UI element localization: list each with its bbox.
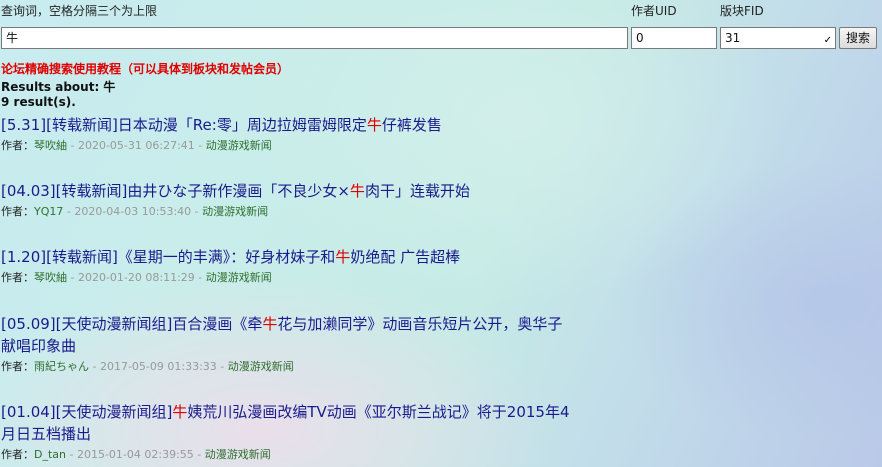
forum-link[interactable]: 动漫游戏新闻 <box>206 139 272 152</box>
post-date: 2020-01-20 08:11:29 <box>77 271 195 284</box>
keyword-highlight: 牛 <box>172 403 188 421</box>
result-item: [5.31][转载新闻]日本动漫「Re:零」周边拉姆雷姆限定牛仔裤发售作者：琴吹… <box>1 114 621 154</box>
result-title-line: 献唱印象曲 <box>1 335 621 357</box>
keyword-highlight: 牛 <box>335 248 351 266</box>
author-label: 作者： <box>1 205 34 218</box>
result-meta: 作者：YQ17 - 2020-04-03 10:53:40 - 动漫游戏新闻 <box>1 204 621 220</box>
keyword-input-value: 牛 <box>6 31 19 45</box>
author-label: 作者： <box>1 139 34 152</box>
post-date: 2020-05-31 06:27:41 <box>77 139 195 152</box>
uid-label: 作者UID <box>631 4 677 18</box>
search-page: 查询词，空格分隔三个为上限 作者UID 版块FID 牛 0 31 ✓ 搜索 论坛… <box>0 0 882 467</box>
forum-link[interactable]: 动漫游戏新闻 <box>206 271 272 284</box>
result-title-text: 献唱印象曲 <box>1 337 77 355</box>
result-title-text: [1.20][转载新闻]《星期一的丰满》：好身材妹子和 <box>1 248 336 266</box>
result-meta: 作者：琴吹紬 - 2020-05-31 06:27:41 - 动漫游戏新闻 <box>1 138 621 154</box>
keyword-highlight: 牛 <box>349 182 365 200</box>
meta-separator: - <box>193 448 205 461</box>
result-title-line: [01.04][天使动漫新闻组]牛姨荒川弘漫画改编TV动画《亚尔斯兰战记》将于2… <box>1 401 621 423</box>
fid-label: 版块FID <box>720 4 764 18</box>
dropdown-arrow-icon[interactable]: ✓ <box>824 33 832 49</box>
meta-separator: - <box>89 360 100 373</box>
result-item: [04.03][转载新闻]由井ひな子新作漫画「不良少女×牛肉干」连载开始作者：Y… <box>1 180 621 220</box>
keyword-label: 查询词，空格分隔三个为上限 <box>1 4 158 18</box>
result-title-text: [05.09][天使动漫新闻组]百合漫画《牵 <box>1 315 263 333</box>
post-date: 2015-01-04 02:39:55 <box>76 448 194 461</box>
keyword-input[interactable]: 牛 <box>1 27 628 49</box>
forum-link[interactable]: 动漫游戏新闻 <box>205 448 271 461</box>
post-date: 2020-04-03 10:53:40 <box>74 205 192 218</box>
result-title-text: 仔裤发售 <box>381 116 442 134</box>
result-meta: 作者：琴吹紬 - 2020-01-20 08:11:29 - 动漫游戏新闻 <box>1 270 621 286</box>
result-title-text: 奶绝配 广告超棒 <box>350 248 461 266</box>
result-title-text: [04.03][转载新闻]由井ひな子新作漫画「不良少女× <box>1 182 350 200</box>
keyword-highlight: 牛 <box>262 315 278 333</box>
author-label: 作者： <box>1 360 34 373</box>
uid-input[interactable]: 0 <box>631 27 717 49</box>
result-title-text: 花与加濑同学》动画音乐短片公开，奥华子 <box>277 315 563 333</box>
meta-separator: - <box>216 360 228 373</box>
result-meta: 作者：雨紀ちゃん - 2017-05-09 01:33:33 - 动漫游戏新闻 <box>1 359 621 375</box>
author-link[interactable]: D_tan <box>34 448 66 461</box>
fid-select[interactable]: 31 ✓ <box>720 27 836 49</box>
result-title-line: [1.20][转载新闻]《星期一的丰满》：好身材妹子和牛奶绝配 广告超棒 <box>1 246 621 268</box>
meta-separator: - <box>67 139 78 152</box>
uid-input-value: 0 <box>636 31 644 45</box>
result-title-link[interactable]: [01.04][天使动漫新闻组]牛姨荒川弘漫画改编TV动画《亚尔斯兰战记》将于2… <box>1 401 621 445</box>
results-count: 9 result(s). <box>1 95 76 109</box>
author-label: 作者： <box>1 271 34 284</box>
result-title-text: [01.04][天使动漫新闻组] <box>1 403 173 421</box>
result-title-line: [5.31][转载新闻]日本动漫「Re:零」周边拉姆雷姆限定牛仔裤发售 <box>1 114 621 136</box>
result-title-link[interactable]: [05.09][天使动漫新闻组]百合漫画《牵牛花与加濑同学》动画音乐短片公开，奥… <box>1 313 621 357</box>
result-item: [05.09][天使动漫新闻组]百合漫画《牵牛花与加濑同学》动画音乐短片公开，奥… <box>1 313 621 375</box>
result-title-text: 姨荒川弘漫画改编TV动画《亚尔斯兰战记》将于2015年4 <box>187 403 570 421</box>
keyword-highlight: 牛 <box>366 116 382 134</box>
meta-separator: - <box>194 139 206 152</box>
result-title-text: [5.31][转载新闻]日本动漫「Re:零」周边拉姆雷姆限定 <box>1 116 367 134</box>
author-link[interactable]: 琴吹紬 <box>34 139 67 152</box>
search-button[interactable]: 搜索 <box>839 27 878 49</box>
result-title-line: 月日五档播出 <box>1 423 621 445</box>
result-item: [1.20][转载新闻]《星期一的丰满》：好身材妹子和牛奶绝配 广告超棒作者：琴… <box>1 246 621 286</box>
result-item: [01.04][天使动漫新闻组]牛姨荒川弘漫画改编TV动画《亚尔斯兰战记》将于2… <box>1 401 621 463</box>
tutorial-link[interactable]: 论坛精确搜索使用教程（可以具体到板块和发帖会员） <box>1 60 289 77</box>
author-link[interactable]: YQ17 <box>34 205 63 218</box>
result-title-text: 月日五档播出 <box>1 425 92 443</box>
forum-link[interactable]: 动漫游戏新闻 <box>228 360 294 373</box>
result-meta: 作者：D_tan - 2015-01-04 02:39:55 - 动漫游戏新闻 <box>1 447 621 463</box>
result-title-line: [05.09][天使动漫新闻组]百合漫画《牵牛花与加濑同学》动画音乐短片公开，奥… <box>1 313 621 335</box>
result-title-link[interactable]: [5.31][转载新闻]日本动漫「Re:零」周边拉姆雷姆限定牛仔裤发售 <box>1 114 621 136</box>
meta-separator: - <box>63 205 75 218</box>
meta-separator: - <box>67 271 78 284</box>
meta-separator: - <box>66 448 77 461</box>
results-about: Results about: 牛 <box>1 80 116 94</box>
result-title-link[interactable]: [1.20][转载新闻]《星期一的丰满》：好身材妹子和牛奶绝配 广告超棒 <box>1 246 621 268</box>
meta-separator: - <box>194 271 206 284</box>
post-date: 2017-05-09 01:33:33 <box>99 360 217 373</box>
result-title-text: 肉干」连载开始 <box>364 182 470 200</box>
forum-link[interactable]: 动漫游戏新闻 <box>202 205 268 218</box>
author-label: 作者： <box>1 448 34 461</box>
author-link[interactable]: 雨紀ちゃん <box>34 360 89 373</box>
author-link[interactable]: 琴吹紬 <box>34 271 67 284</box>
result-title-line: [04.03][转载新闻]由井ひな子新作漫画「不良少女×牛肉干」连载开始 <box>1 180 621 202</box>
fid-select-value: 31 <box>725 31 741 45</box>
result-title-link[interactable]: [04.03][转载新闻]由井ひな子新作漫画「不良少女×牛肉干」连载开始 <box>1 180 621 202</box>
meta-separator: - <box>191 205 203 218</box>
